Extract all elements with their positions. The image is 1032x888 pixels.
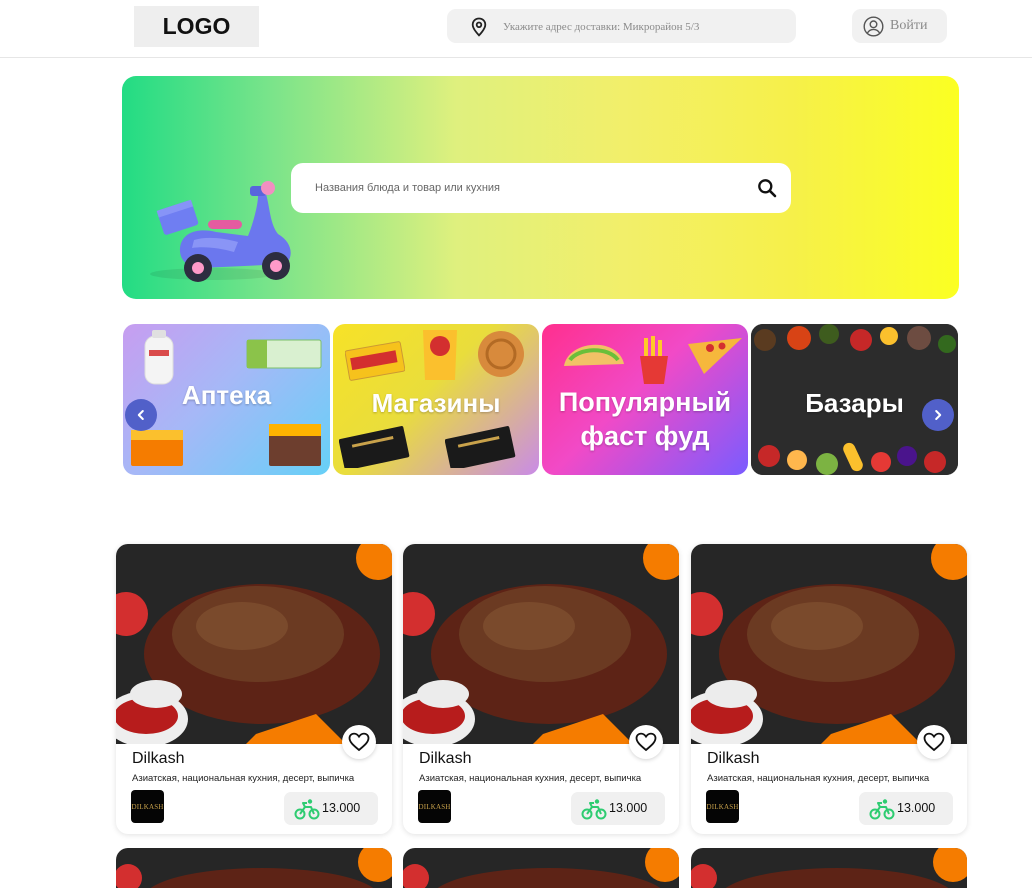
gum-pack-image <box>339 426 410 468</box>
restaurant-logo: DILKASH <box>131 790 164 823</box>
restaurant-logo: DILKASH <box>418 790 451 823</box>
favorite-button[interactable] <box>917 725 951 759</box>
login-label: Войти <box>890 18 928 33</box>
delivery-address-placeholder: Укажите адрес доставки: Микрорайон 5/3 <box>503 21 700 33</box>
hero-search-input[interactable] <box>315 177 735 199</box>
chips-bag-image <box>423 330 457 380</box>
top-header: LOGO Укажите адрес доставки: Микрорайон … <box>0 0 1032 58</box>
hero-search-box <box>291 163 791 213</box>
restaurant-card[interactable]: Dilkash Азиатская, национальная кухния, … <box>116 544 392 834</box>
restaurant-description: Азиатская, национальная кухния, десерт, … <box>132 773 355 784</box>
favorite-button[interactable] <box>342 725 376 759</box>
user-icon <box>863 16 884 37</box>
delivery-price: 13.000 <box>609 801 648 815</box>
restaurant-description: Азиатская, национальная кухния, десерт, … <box>419 773 642 784</box>
carousel-prev-button[interactable] <box>125 399 157 431</box>
gum-pack-image-2 <box>445 426 516 468</box>
restaurant-card-partial[interactable] <box>116 848 392 888</box>
heart-icon <box>635 732 657 752</box>
restaurant-photo <box>691 544 967 744</box>
category-shops-label: Магазины <box>371 388 501 418</box>
delivery-price-badge: 13.000 <box>284 792 378 825</box>
vitamin-box-image <box>269 424 321 466</box>
pizza-slice-image <box>688 338 742 374</box>
category-fast-food-label: Популярный фаст фуд <box>542 386 748 454</box>
chevron-left-icon <box>137 410 144 420</box>
taco-image <box>564 344 624 366</box>
chevron-right-icon <box>935 410 942 420</box>
restaurant-logo: DILKASH <box>706 790 739 823</box>
carousel-next-button[interactable] <box>922 399 954 431</box>
bread-image <box>478 331 524 377</box>
restaurant-photo <box>116 544 392 744</box>
delivery-bike-icon <box>869 799 895 820</box>
heart-icon <box>348 732 370 752</box>
restaurant-name: Dilkash <box>132 750 185 767</box>
hero-banner <box>122 76 959 299</box>
cheese-box-image <box>345 341 405 381</box>
delivery-price-badge: 13.000 <box>859 792 953 825</box>
login-button[interactable]: Войти <box>852 9 947 43</box>
favorite-button[interactable] <box>629 725 663 759</box>
restaurant-card[interactable]: Dilkash Азиатская, национальная кухния, … <box>403 544 679 834</box>
heart-icon <box>923 732 945 752</box>
search-icon[interactable] <box>757 178 777 198</box>
restaurant-card-partial[interactable] <box>403 848 679 888</box>
location-pin-icon <box>471 17 487 37</box>
category-bazaars[interactable]: Базары <box>751 324 958 475</box>
restaurant-card-partial[interactable] <box>691 848 967 888</box>
fries-image <box>640 336 668 384</box>
delivery-price-badge: 13.000 <box>571 792 665 825</box>
category-carousel: Аптека Магазины Популярный фаст фуд База… <box>123 324 958 475</box>
delivery-price: 13.000 <box>322 801 361 815</box>
restaurant-name: Dilkash <box>419 750 472 767</box>
talc-bottle-image <box>144 330 174 385</box>
category-fast-food-label-line2: фаст фуд <box>580 420 710 451</box>
restaurant-description: Азиатская, национальная кухния, десерт, … <box>707 773 930 784</box>
delivery-address-field[interactable]: Укажите адрес доставки: Микрорайон 5/3 <box>447 9 796 43</box>
category-fast-food-label-line1: Популярный <box>558 387 732 417</box>
restaurant-photo <box>403 848 679 888</box>
scooter-illustration <box>150 181 291 282</box>
syrup-box-image <box>131 430 183 466</box>
restaurant-photo <box>403 544 679 744</box>
restaurant-photo <box>116 848 392 888</box>
restaurant-photo <box>691 848 967 888</box>
category-shops[interactable]: Магазины <box>333 324 539 475</box>
restaurant-name: Dilkash <box>707 750 760 767</box>
category-pharmacy[interactable]: Аптека <box>123 324 330 475</box>
delivery-bike-icon <box>294 799 320 820</box>
category-fast-food[interactable]: Популярный фаст фуд <box>542 324 748 475</box>
delivery-bike-icon <box>581 799 607 820</box>
logo[interactable]: LOGO <box>134 6 259 47</box>
medicine-box-image <box>246 339 322 369</box>
delivery-price: 13.000 <box>897 801 936 815</box>
restaurant-card[interactable]: Dilkash Азиатская, национальная кухния, … <box>691 544 967 834</box>
